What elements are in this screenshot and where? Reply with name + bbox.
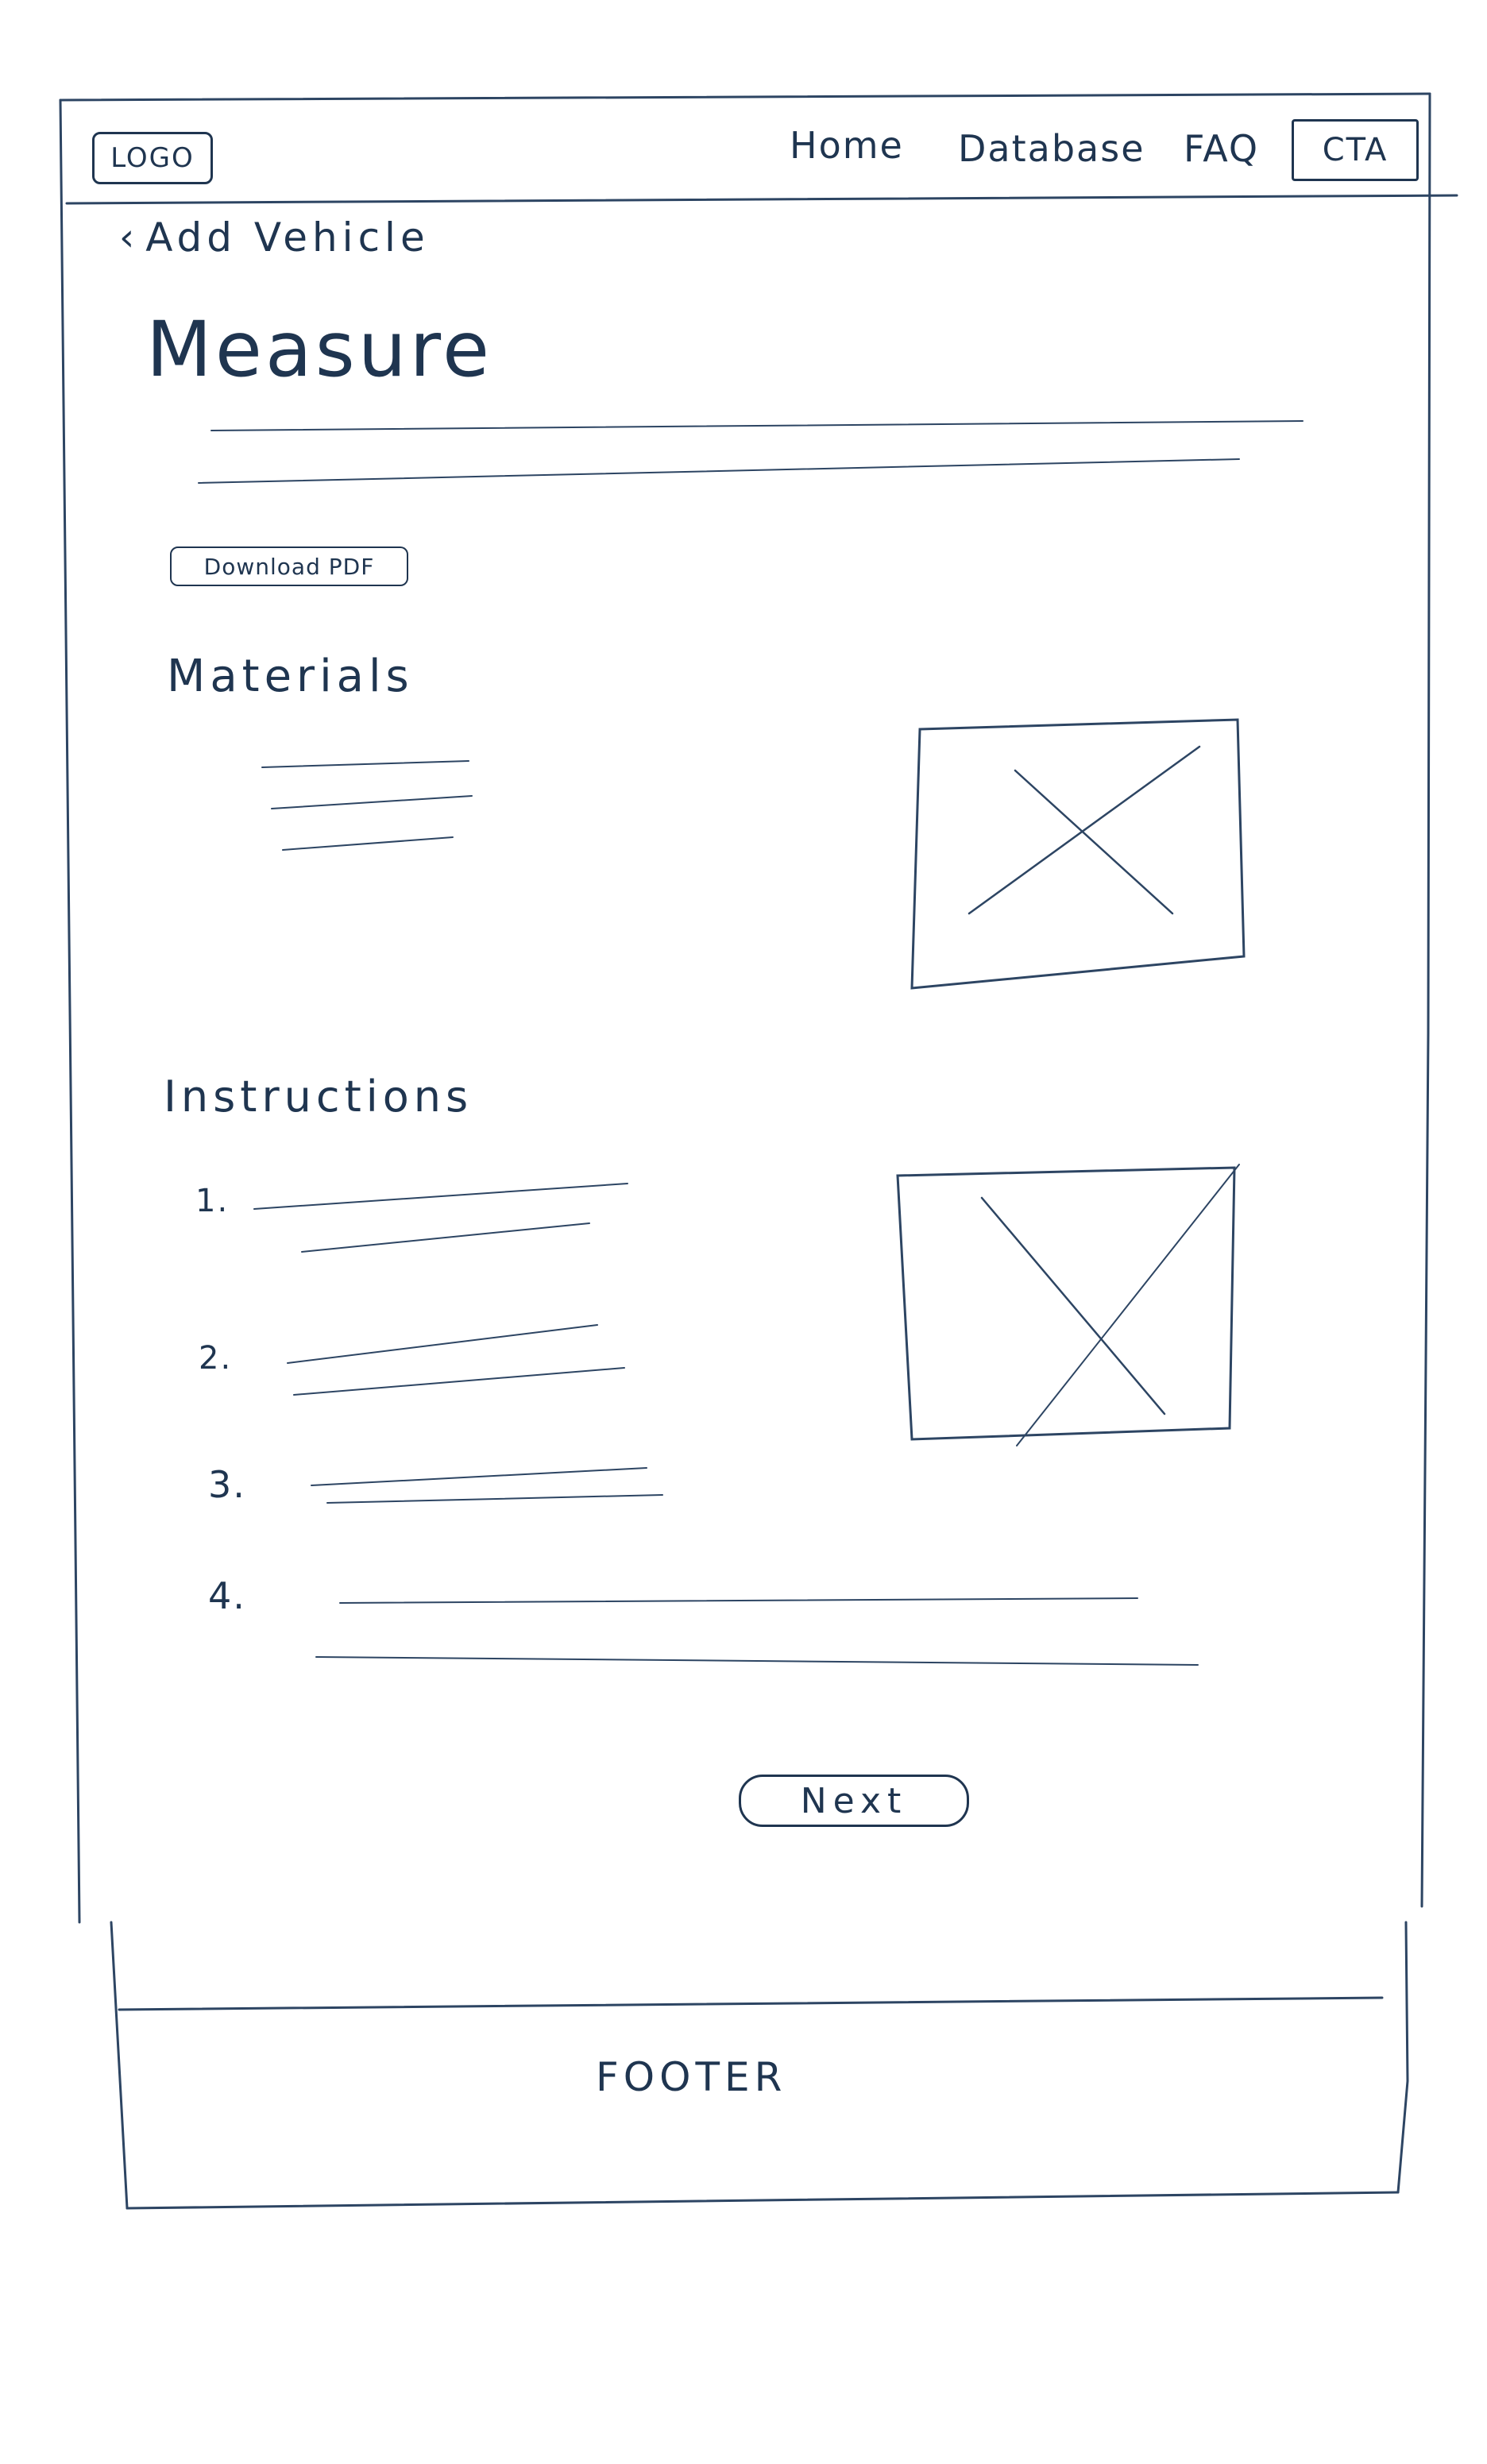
breadcrumb[interactable]: ‹ Add Vehicle: [119, 214, 430, 261]
instruction-step-3: 3.: [208, 1463, 246, 1506]
instructions-image-placeholder: [898, 1168, 1239, 1446]
cta-button[interactable]: CTA: [1292, 119, 1419, 181]
nav-item-faq[interactable]: FAQ: [1184, 130, 1259, 167]
chevron-left-icon: ‹: [119, 215, 135, 260]
materials-heading: Materials: [167, 651, 414, 702]
breadcrumb-label: Add Vehicle: [145, 214, 430, 261]
instruction-step-1: 1.: [195, 1183, 230, 1219]
instructions-heading: Instructions: [164, 1072, 473, 1122]
cta-label: CTA: [1322, 132, 1389, 168]
materials-list-placeholder: [259, 755, 481, 858]
page-title: Measure: [146, 305, 492, 394]
logo-text: LOGO: [110, 142, 195, 174]
download-pdf-label: Download PDF: [203, 553, 375, 580]
footer-label: FOOTER: [596, 2054, 787, 2100]
instruction-step-2: 2.: [199, 1340, 233, 1377]
next-label: Next: [800, 1780, 908, 1821]
download-pdf-button[interactable]: Download PDF: [170, 546, 408, 586]
next-button[interactable]: Next: [739, 1775, 969, 1827]
materials-image-placeholder: [912, 720, 1246, 990]
nav-item-database[interactable]: Database: [958, 130, 1145, 167]
logo[interactable]: LOGO: [92, 132, 213, 184]
instruction-step-4: 4.: [208, 1574, 246, 1617]
footer: FOOTER: [119, 2010, 1406, 2200]
nav-item-home[interactable]: Home: [790, 127, 904, 164]
